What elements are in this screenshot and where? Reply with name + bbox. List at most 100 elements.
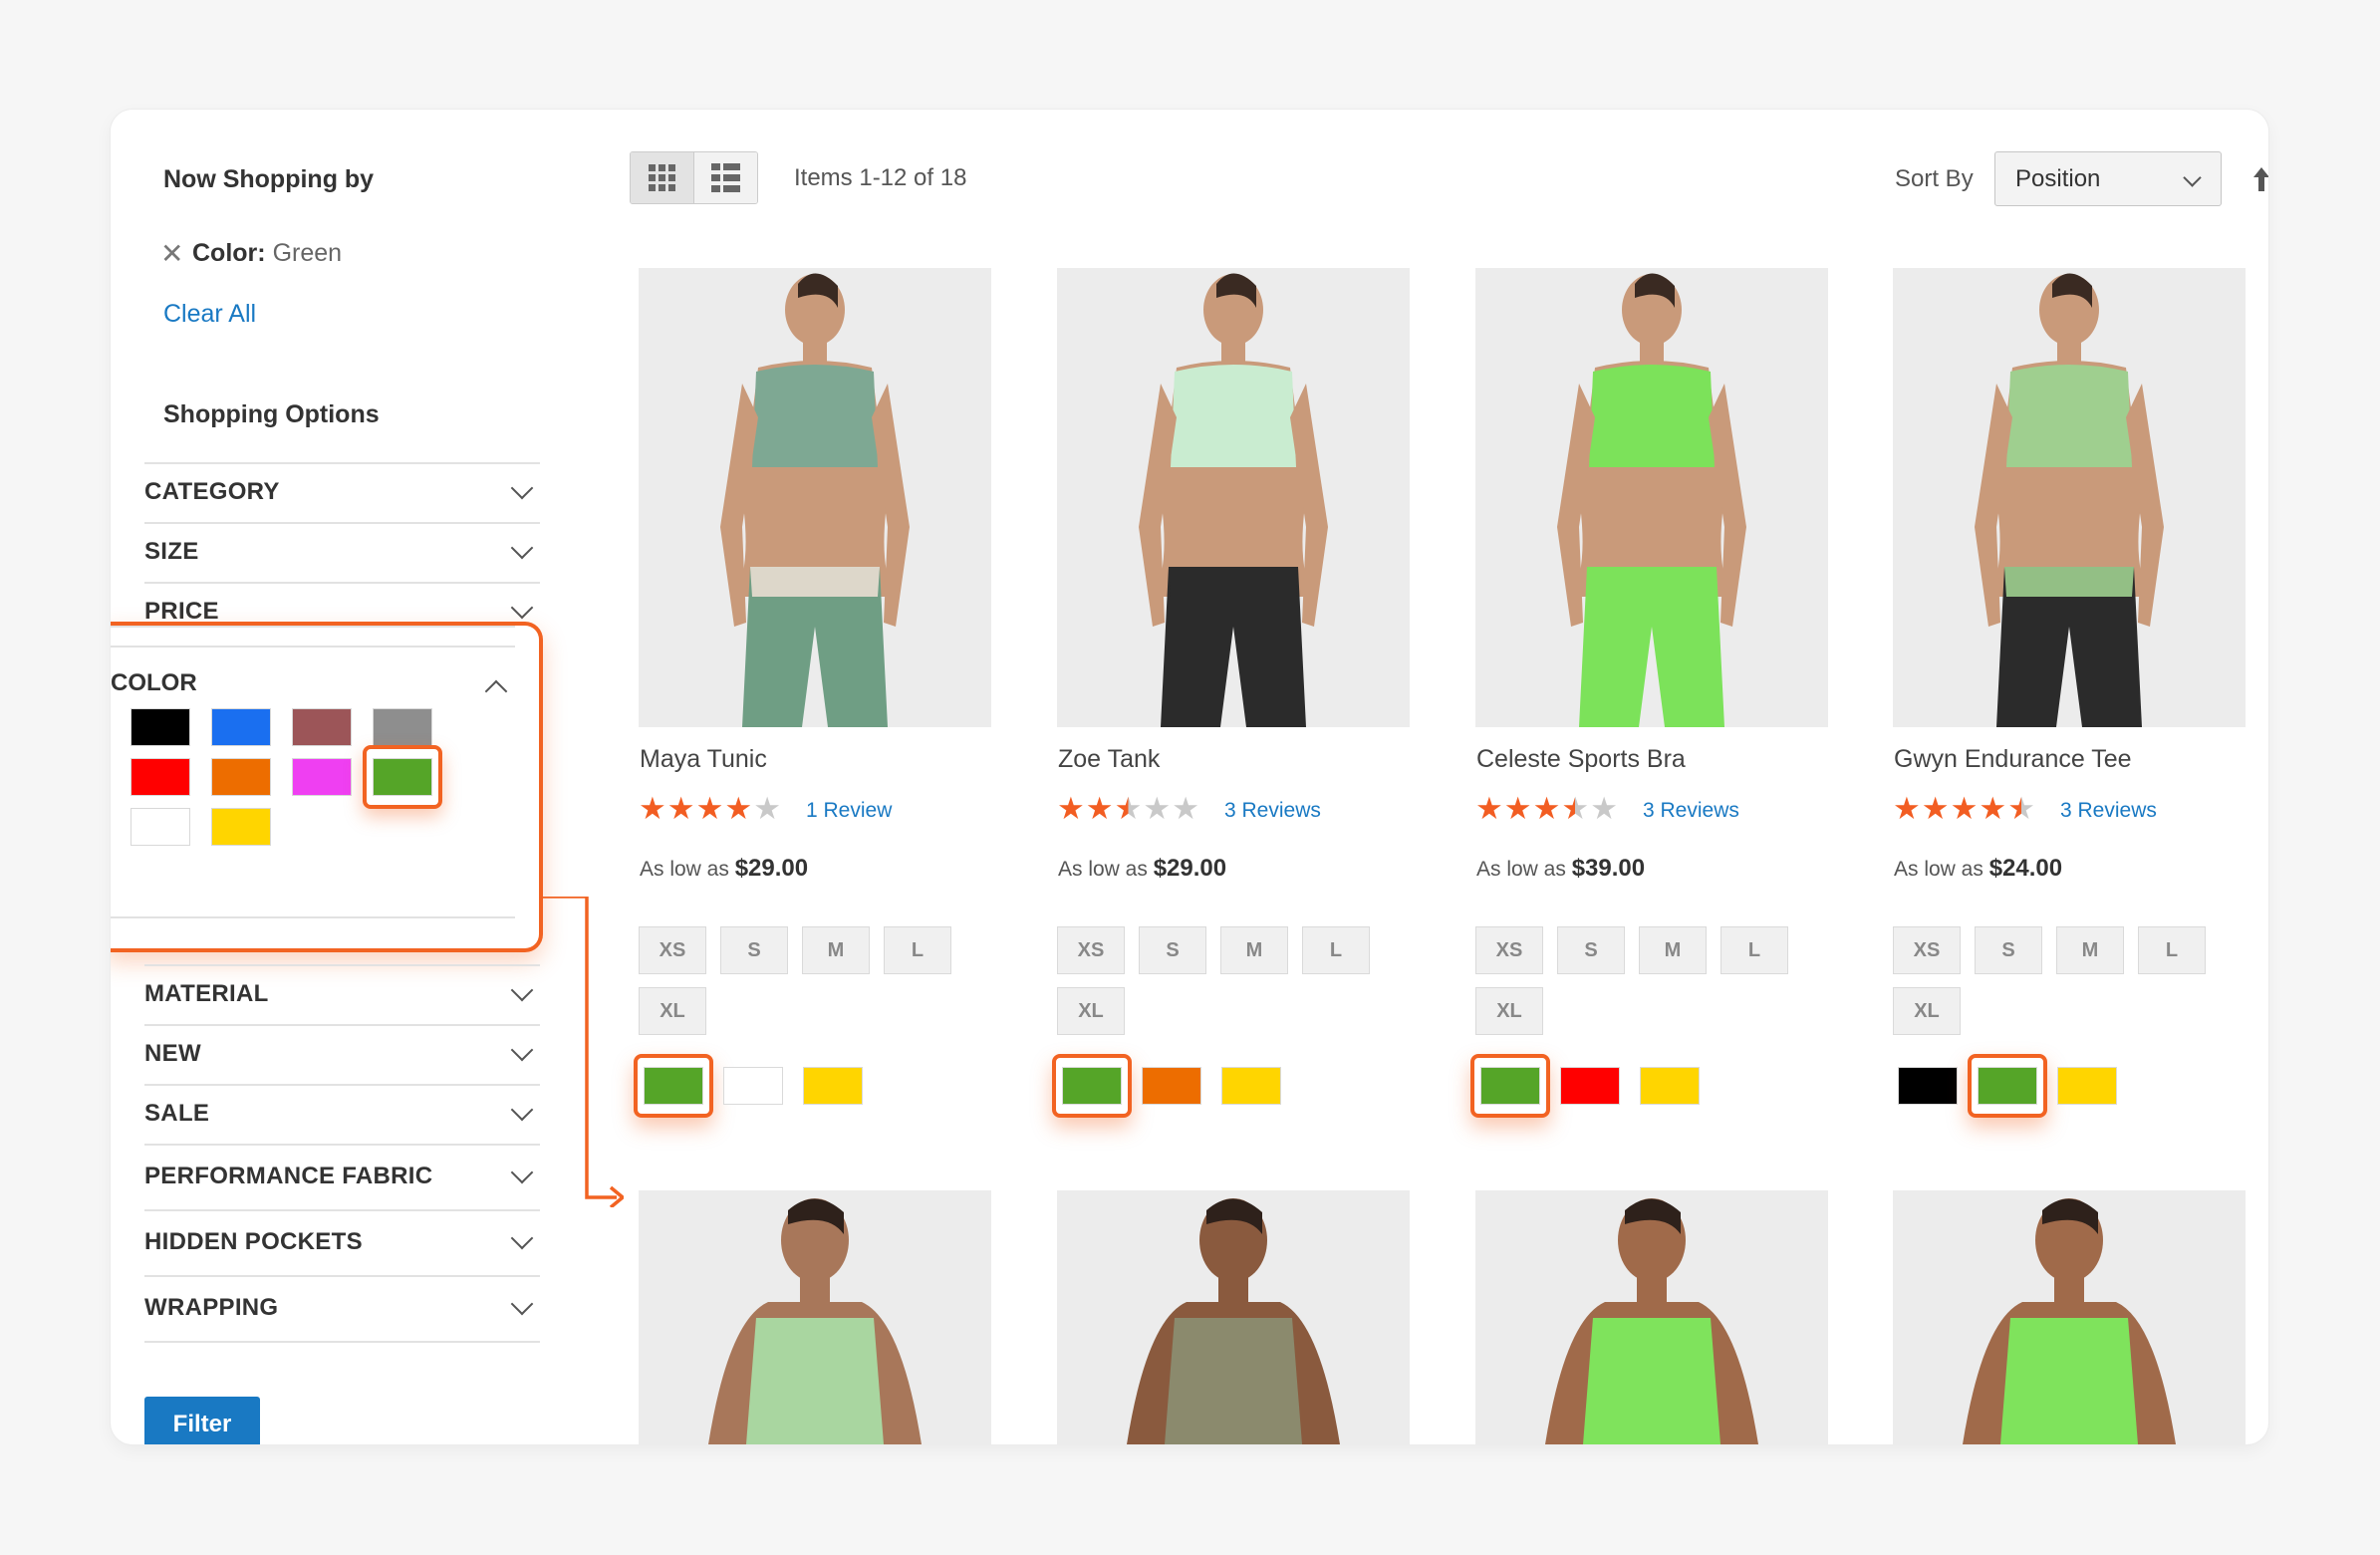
divider xyxy=(111,916,515,918)
size-option[interactable]: S xyxy=(720,926,788,974)
color-swatch[interactable] xyxy=(131,758,190,796)
color-swatch[interactable] xyxy=(723,1067,783,1105)
chevron-down-icon xyxy=(510,1038,534,1062)
product-name[interactable]: Zoe Tank xyxy=(1058,745,1160,774)
chevron-down-icon xyxy=(510,978,534,1002)
star-icon: ★ xyxy=(1503,791,1532,826)
product-image[interactable] xyxy=(1893,1190,2246,1444)
facet-category[interactable]: CATEGORY xyxy=(144,462,540,520)
chevron-down-icon xyxy=(510,1226,534,1250)
product-image[interactable] xyxy=(1057,268,1410,727)
size-option[interactable]: M xyxy=(2056,926,2124,974)
view-mode-switcher xyxy=(630,151,758,204)
star-icon: ★ xyxy=(724,791,753,826)
facet-label: WRAPPING xyxy=(144,1294,279,1321)
size-option[interactable]: L xyxy=(884,926,951,974)
size-option[interactable]: M xyxy=(802,926,870,974)
rating-stars: ★ ★ ★ ★ ★ xyxy=(1057,793,1199,824)
size-option[interactable]: XS xyxy=(1893,926,1961,974)
color-swatch[interactable] xyxy=(373,708,432,746)
size-option[interactable]: S xyxy=(1557,926,1625,974)
star-icon: ★ xyxy=(2007,791,2035,826)
reviews-link[interactable]: 3 Reviews xyxy=(1643,799,1739,823)
size-option[interactable]: L xyxy=(2138,926,2206,974)
reviews-link[interactable]: 3 Reviews xyxy=(1224,799,1321,823)
remove-filter-icon[interactable]: ✕ xyxy=(160,237,183,270)
product-price: As low as $24.00 xyxy=(1894,855,2062,883)
facet-label: NEW xyxy=(144,1040,201,1067)
size-option[interactable]: XL xyxy=(1893,987,1961,1035)
price-prefix: As low as xyxy=(1058,858,1154,881)
size-option[interactable]: S xyxy=(1975,926,2042,974)
color-swatch[interactable] xyxy=(131,708,190,746)
color-swatch[interactable] xyxy=(1221,1067,1281,1105)
star-icon: ★ xyxy=(1143,791,1172,826)
size-option[interactable]: L xyxy=(1720,926,1788,974)
size-option[interactable]: XL xyxy=(1057,987,1125,1035)
chevron-down-icon xyxy=(510,476,534,500)
product-name[interactable]: Maya Tunic xyxy=(640,745,767,774)
list-view-button[interactable] xyxy=(693,152,757,203)
sort-direction-arrow-icon[interactable] xyxy=(2251,165,2268,193)
product-name[interactable]: Celeste Sports Bra xyxy=(1476,745,1686,774)
color-facet-panel: COLOR xyxy=(111,622,543,952)
color-swatch[interactable] xyxy=(1560,1067,1620,1105)
color-swatch[interactable] xyxy=(211,758,271,796)
facet-performance-fabric[interactable]: PERFORMANCE FABRIC xyxy=(144,1144,540,1207)
product-image[interactable] xyxy=(1057,1190,1410,1444)
color-swatch[interactable] xyxy=(2057,1067,2117,1105)
product-image[interactable] xyxy=(639,1190,991,1444)
facet-wrapping[interactable]: WRAPPING xyxy=(144,1275,540,1339)
catalog-page: Now Shopping by ✕ Color: Green Clear All… xyxy=(111,110,2268,1444)
facet-color-title[interactable]: COLOR xyxy=(111,669,197,697)
product-image[interactable] xyxy=(1475,1190,1828,1444)
clear-all-link[interactable]: Clear All xyxy=(163,300,256,329)
facet-size[interactable]: SIZE xyxy=(144,522,540,580)
color-swatch[interactable] xyxy=(211,808,271,846)
color-swatch[interactable] xyxy=(1898,1067,1958,1105)
rating-stars: ★ ★ ★ ★ ★ xyxy=(1893,793,2035,824)
size-option[interactable]: XL xyxy=(1475,987,1543,1035)
color-swatch[interactable] xyxy=(803,1067,863,1105)
size-option[interactable]: XS xyxy=(639,926,706,974)
facet-hidden-pockets[interactable]: HIDDEN POCKETS xyxy=(144,1209,540,1273)
filter-button[interactable]: Filter xyxy=(144,1397,260,1444)
size-option[interactable]: XS xyxy=(1057,926,1125,974)
price-value: $29.00 xyxy=(734,855,809,882)
product-image[interactable] xyxy=(639,268,991,727)
grid-view-button[interactable] xyxy=(631,152,693,203)
price-value: $39.00 xyxy=(1571,855,1646,882)
star-icon: ★ xyxy=(1893,791,1921,826)
color-swatch[interactable] xyxy=(211,708,271,746)
facet-label: SIZE xyxy=(144,538,199,565)
star-icon: ★ xyxy=(1921,791,1950,826)
color-swatch[interactable] xyxy=(292,758,352,796)
reviews-link[interactable]: 3 Reviews xyxy=(2060,799,2157,823)
divider xyxy=(144,1341,540,1343)
size-option[interactable]: XS xyxy=(1475,926,1543,974)
facet-new[interactable]: NEW xyxy=(144,1024,540,1082)
size-option[interactable]: S xyxy=(1139,926,1206,974)
facet-sale[interactable]: SALE xyxy=(144,1084,540,1142)
size-option[interactable]: M xyxy=(1220,926,1288,974)
chevron-up-icon[interactable] xyxy=(484,679,508,703)
size-option[interactable]: L xyxy=(1302,926,1370,974)
facet-label: PERFORMANCE FABRIC xyxy=(144,1163,433,1189)
reviews-link[interactable]: 1 Review xyxy=(806,799,892,823)
size-option[interactable]: XL xyxy=(639,987,706,1035)
color-swatch[interactable] xyxy=(1142,1067,1201,1105)
selected-swatch-highlight xyxy=(363,745,442,809)
price-prefix: As low as xyxy=(1476,858,1572,881)
rating-stars: ★ ★ ★ ★ ★ xyxy=(639,793,781,824)
color-swatch[interactable] xyxy=(292,708,352,746)
product-image[interactable] xyxy=(1893,268,2246,727)
color-swatch[interactable] xyxy=(1640,1067,1700,1105)
facet-label: CATEGORY xyxy=(144,478,280,505)
product-name[interactable]: Gwyn Endurance Tee xyxy=(1894,745,2132,774)
product-image[interactable] xyxy=(1475,268,1828,727)
divider xyxy=(111,626,515,628)
facet-material[interactable]: MATERIAL xyxy=(144,964,540,1022)
size-option[interactable]: M xyxy=(1639,926,1707,974)
color-swatch[interactable] xyxy=(131,808,190,846)
sort-select[interactable]: Position xyxy=(1994,151,2222,206)
